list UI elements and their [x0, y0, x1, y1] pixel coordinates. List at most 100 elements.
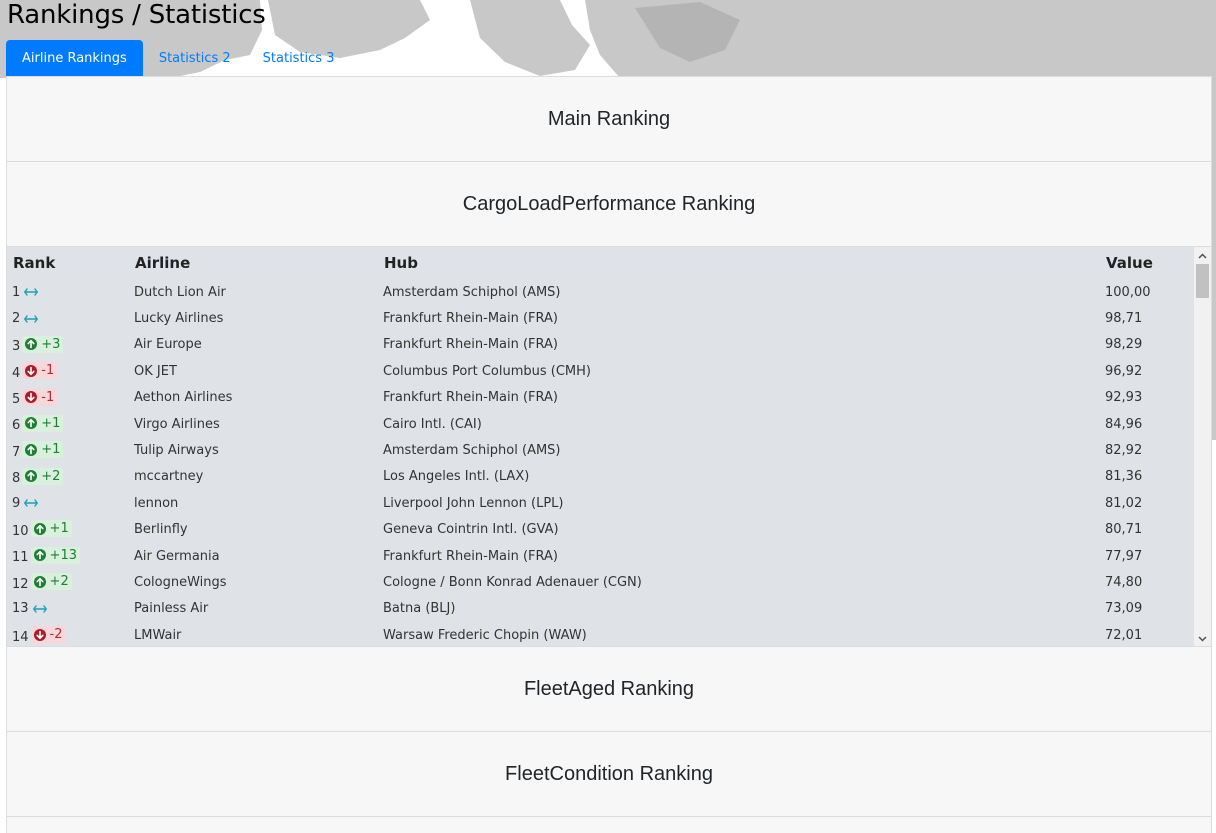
section-fleet-condition-ranking-title: FleetCondition Ranking	[505, 762, 713, 785]
scroll-down-arrow-icon[interactable]	[1194, 630, 1211, 646]
column-header-airline: Airline	[135, 254, 191, 272]
value-cell: 98,71	[1105, 311, 1143, 327]
arrow-down-circle-icon	[33, 628, 46, 641]
rank-up-badge: +1	[22, 441, 64, 459]
hub-cell: Los Angeles Intl. (LAX)	[383, 469, 530, 485]
cargo-ranking-table-container[interactable]: Rank Airline Hub Value 1 Dutch Lion Air Am…	[7, 247, 1211, 647]
scrollbar-thumb[interactable]	[1196, 264, 1209, 298]
value-cell: 74,80	[1105, 574, 1143, 590]
rank-cell: 4 -1	[7, 358, 129, 384]
tab-airline-rankings[interactable]: Airline Rankings	[6, 40, 143, 76]
table-row[interactable]: 10 +1 Berlinfly Geneva Cointrin Intl. (GVA)…	[7, 517, 1194, 543]
airline-cell: CologneWings	[134, 574, 227, 590]
tab-statistics-3[interactable]: Statistics 3	[247, 40, 351, 76]
value-cell: 81,02	[1105, 495, 1143, 511]
hub-cell: Frankfurt Rhein-Main (FRA)	[383, 337, 558, 353]
arrow-down-circle-icon	[25, 391, 38, 403]
rank-change-value: -2	[49, 627, 63, 643]
section-cargo-ranking[interactable]: CargoLoadPerformance Ranking	[7, 162, 1211, 247]
rank-number: 7	[12, 444, 21, 460]
table-row[interactable]: 12 +2 CologneWings Cologne / Bonn Konrad Ad…	[7, 569, 1194, 595]
airline-cell: Virgo Airlines	[134, 416, 220, 432]
rank-up-badge: +2	[30, 573, 72, 591]
table-row[interactable]: 9 lennon Liverpool John Lennon (LPL) 81,02	[7, 490, 1194, 516]
page-title: Rankings / Statistics	[7, 0, 266, 30]
hub-cell: Frankfurt Rhein-Main (FRA)	[383, 548, 558, 564]
rank-down-badge: -1	[22, 388, 58, 406]
rank-change-value: -1	[41, 363, 55, 379]
rank-cell: 11 +13	[7, 543, 129, 569]
table-row[interactable]: 5 -1 Aethon Airlines Frankfurt Rhein-Main (…	[7, 385, 1194, 411]
rank-cell: 13	[7, 596, 129, 622]
section-main-ranking[interactable]: Main Ranking	[7, 77, 1211, 162]
value-cell: 72,01	[1105, 627, 1143, 643]
rank-number: 14	[12, 629, 29, 645]
table-body: 1 Dutch Lion Air Amsterdam Schiphol (AMS) 1…	[7, 279, 1194, 646]
rank-up-badge: +1	[22, 414, 64, 432]
rank-number: 6	[12, 418, 21, 434]
rank-change-value: +2	[49, 574, 69, 590]
table-row[interactable]: 14 -2 LMWair Warsaw Frederic Chopin (WAW) 72…	[7, 622, 1194, 646]
rank-cell: 2	[7, 305, 129, 331]
column-header-rank: Rank	[13, 254, 56, 272]
rank-number: 5	[12, 392, 21, 407]
airline-cell: mccartney	[134, 469, 204, 485]
arrow-up-circle-icon	[25, 338, 38, 351]
section-fleet-condition-ranking[interactable]: FleetCondition Ranking	[7, 732, 1211, 817]
scroll-up-arrow-icon[interactable]	[1194, 247, 1211, 264]
table-row[interactable]: 6 +1 Virgo Airlines Cairo Intl. (CAI) 84,96	[7, 411, 1194, 437]
section-fleet-aged-ranking[interactable]: FleetAged Ranking	[7, 647, 1211, 732]
table-row[interactable]: 4 -1 OK JET Columbus Port Columbus (CMH) 96,…	[7, 358, 1194, 384]
airline-cell: Tulip Airways	[134, 443, 219, 459]
rank-cell: 7 +1	[7, 437, 129, 463]
rank-number: 3	[12, 339, 21, 355]
rank-cell: 5 -1	[7, 385, 129, 411]
table-row[interactable]: 7 +1 Tulip Airways Amsterdam Schiphol (AMS)…	[7, 437, 1194, 463]
value-cell: 77,97	[1105, 548, 1143, 564]
airline-cell: Air Europe	[134, 337, 202, 353]
table-row[interactable]: 8 +2 mccartney Los Angeles Intl. (LAX) 81,36	[7, 464, 1194, 490]
rank-change-value: +13	[49, 547, 77, 563]
rank-cell: 3 +3	[7, 332, 129, 358]
rank-number: 2	[12, 311, 21, 327]
rank-cell: 1	[7, 279, 129, 305]
airline-cell: OK JET	[134, 363, 177, 379]
airline-cell: Lucky Airlines	[134, 311, 224, 327]
hub-cell: Columbus Port Columbus (CMH)	[383, 363, 591, 379]
value-cell: 98,29	[1105, 337, 1143, 353]
airline-cell: Aethon Airlines	[134, 390, 233, 406]
arrow-up-circle-icon	[33, 575, 46, 588]
rank-change-value: +1	[41, 442, 61, 458]
rank-change-value: -1	[41, 389, 55, 405]
rank-change-value: +1	[41, 415, 61, 431]
table-row[interactable]: 13 Painless Air Batna (BLJ) 73,09	[7, 596, 1194, 622]
arrow-up-circle-icon	[25, 470, 38, 483]
table-row[interactable]: 2 Lucky Airlines Frankfurt Rhein-Main (FRA…	[7, 305, 1194, 331]
table-header-row: Rank Airline Hub Value	[7, 247, 1194, 279]
table-row[interactable]: 11 +13 Air Germania Frankfurt Rhein-Main (F…	[7, 543, 1194, 569]
table-row[interactable]: 1 Dutch Lion Air Amsterdam Schiphol (AMS) 1…	[7, 279, 1194, 305]
rank-change-value: +2	[41, 468, 61, 484]
rank-number: 1	[12, 284, 21, 300]
tab-statistics-2[interactable]: Statistics 2	[143, 40, 247, 76]
rank-cell: 9	[7, 490, 129, 516]
rank-down-badge: -1	[22, 362, 58, 380]
hub-cell: Cairo Intl. (CAI)	[383, 416, 482, 432]
arrow-down-circle-icon	[25, 364, 38, 377]
arrow-up-circle-icon	[33, 549, 46, 562]
airline-cell: Dutch Lion Air	[134, 284, 226, 300]
rank-up-badge: +2	[22, 467, 64, 485]
value-cell: 96,92	[1105, 363, 1143, 379]
unchanged-arrows-icon	[24, 314, 39, 323]
table-row[interactable]: 3 +3 Air Europe Frankfurt Rhein-Main (FRA) 9…	[7, 332, 1194, 358]
table-scrollbar[interactable]	[1194, 247, 1211, 646]
value-cell: 80,71	[1105, 522, 1143, 538]
rank-change-value: +3	[41, 336, 61, 352]
hub-cell: Amsterdam Schiphol (AMS)	[383, 443, 561, 459]
rank-cell: 12 +2	[7, 569, 129, 595]
rank-change-value: +1	[49, 521, 69, 537]
hub-cell: Frankfurt Rhein-Main (FRA)	[383, 311, 558, 327]
rankings-panel: Main Ranking CargoLoadPerformance Rankin…	[6, 76, 1212, 833]
hub-cell: Warsaw Frederic Chopin (WAW)	[383, 627, 587, 643]
value-cell: 81,36	[1105, 469, 1143, 485]
